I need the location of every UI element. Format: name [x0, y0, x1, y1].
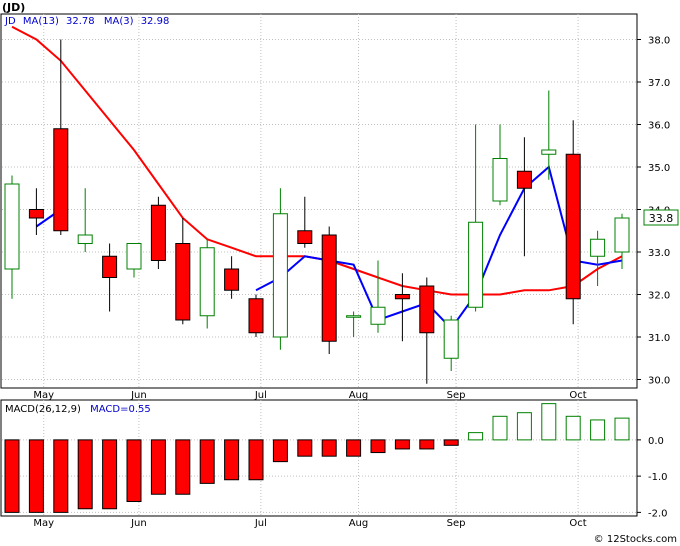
- legend-ma3-value: 32.98: [141, 16, 170, 27]
- macd-tick-label: -1.0: [648, 472, 668, 483]
- month-label: Jun: [130, 518, 147, 529]
- macd-bar: [199, 439, 215, 484]
- macd-tick-label: -2.0: [648, 508, 668, 519]
- macd-bar: [28, 439, 44, 513]
- macd-bar: [541, 403, 557, 441]
- legend-ma13-label: MA(13): [23, 16, 59, 27]
- macd-bar: [175, 439, 191, 495]
- macd-y-axis: 0.0 -1.0 -2.0: [637, 436, 668, 519]
- macd-bar: [443, 439, 459, 446]
- macd-value-label: MACD=0.55: [90, 404, 151, 415]
- macd-bar: [614, 417, 630, 441]
- macd-bar: [77, 439, 93, 510]
- macd-bar: [370, 439, 386, 454]
- macd-bar: [565, 415, 581, 441]
- candle-body: [516, 170, 532, 189]
- price-panel-frame: [0, 13, 638, 389]
- candle-body: [590, 238, 606, 257]
- candle-body: [53, 128, 69, 232]
- stock-chart: 30.031.032.033.034.035.036.037.038.0 0.0…: [0, 1, 679, 545]
- macd-bar: [297, 439, 313, 457]
- candle-body: [614, 217, 630, 253]
- legend-ma13-value: 32.78: [66, 16, 95, 27]
- price-tick-label: 31.0: [648, 333, 670, 344]
- candle-body: [77, 234, 93, 244]
- month-label: Oct: [569, 518, 586, 529]
- watermark: © 12Stocks.com: [594, 534, 677, 545]
- month-label: Aug: [349, 390, 369, 401]
- macd-panel-title: MACD(26,12,9) MACD=0.55: [5, 404, 151, 415]
- macd-bar: [419, 439, 435, 450]
- price-tick-label: 36.0: [648, 121, 670, 132]
- candle-body: [468, 221, 484, 308]
- macd-bar: [150, 439, 166, 495]
- macd-bar: [224, 439, 240, 481]
- last-price-value: 33.8: [649, 212, 674, 225]
- macd-bar: [102, 439, 118, 510]
- candle-body: [126, 243, 142, 270]
- macd-tick-label: 0.0: [648, 436, 664, 447]
- candle-body: [370, 306, 386, 325]
- candle-body: [248, 298, 264, 334]
- month-label: Oct: [569, 390, 586, 401]
- candle-body: [565, 153, 581, 300]
- candle-body: [272, 213, 288, 338]
- macd-bar: [53, 439, 69, 513]
- macd-bar: [394, 439, 410, 450]
- candle-body: [321, 234, 337, 342]
- macd-bar: [321, 439, 337, 457]
- legend-symbol: JD: [4, 16, 16, 27]
- price-tick-label: 37.0: [648, 78, 670, 89]
- candle-body: [175, 243, 191, 321]
- month-label: May: [33, 390, 54, 401]
- candle-body: [492, 158, 508, 202]
- month-label: Sep: [447, 390, 466, 401]
- legend-line: JD MA(13) 32.78 MA(3) 32.98: [4, 16, 169, 27]
- price-tick-label: 30.0: [648, 376, 670, 387]
- candle-body: [102, 255, 118, 278]
- symbol-label: (JD): [2, 1, 25, 14]
- legend-ma3-label: MA(3): [104, 16, 134, 27]
- candle-body: [394, 294, 410, 300]
- month-label: Jul: [254, 518, 267, 529]
- macd-bar: [126, 439, 142, 502]
- price-tick-label: 32.0: [648, 291, 670, 302]
- candle-body: [28, 209, 44, 219]
- candle-body: [541, 149, 557, 155]
- candle-body: [346, 315, 362, 318]
- macd-bar: [346, 439, 362, 457]
- candle-body: [224, 268, 240, 291]
- macd-label: MACD(26,12,9): [5, 404, 81, 415]
- month-label: May: [33, 518, 54, 529]
- candle-body: [199, 247, 215, 317]
- macd-bar: [590, 419, 606, 441]
- candle-body: [150, 204, 166, 261]
- price-tick-label: 38.0: [648, 36, 670, 47]
- candle-body: [297, 230, 313, 244]
- macd-bar: [4, 439, 20, 513]
- candle-body: [419, 285, 435, 334]
- month-label: Jun: [130, 390, 147, 401]
- macd-bar: [272, 439, 288, 463]
- price-tick-label: 35.0: [648, 163, 670, 174]
- candle-body: [443, 319, 459, 359]
- macd-bar: [248, 439, 264, 481]
- month-label: Jul: [254, 390, 267, 401]
- macd-bar: [492, 415, 508, 441]
- month-label: Sep: [447, 518, 466, 529]
- macd-bar: [468, 432, 484, 441]
- month-label: Aug: [349, 518, 369, 529]
- price-tick-label: 33.0: [648, 248, 670, 259]
- candle-body: [4, 183, 20, 270]
- macd-bar: [516, 412, 532, 441]
